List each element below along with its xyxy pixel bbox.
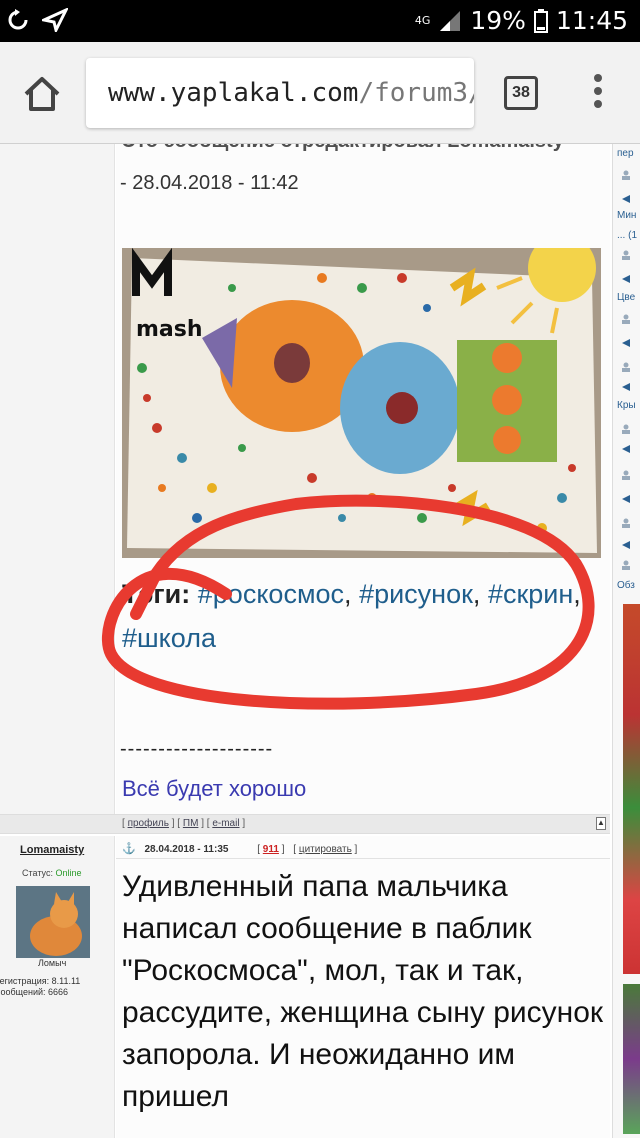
menu-dots-icon[interactable] (590, 74, 606, 114)
ad-banner[interactable] (623, 984, 640, 1134)
post2-body: ⚓ 28.04.2018 - 11:35 [ 911 ] [ цитироват… (116, 836, 610, 1138)
battery-icon (533, 8, 548, 33)
user-icon (622, 424, 630, 434)
arrow-icon (622, 445, 630, 453)
sidebar-item[interactable]: Обз (617, 580, 635, 591)
quote-label: цитировать (298, 844, 352, 855)
url-path: /forum3/t (358, 78, 474, 108)
post-rating[interactable]: [ 911 ] (257, 844, 284, 855)
quote-button[interactable]: [ цитировать ] (293, 844, 357, 855)
tag-separator: , (573, 579, 581, 609)
post1-footer: [ профиль ] [ ПМ ] [ e-mail ] ▲ (0, 814, 610, 834)
tags-label: Тэги: (122, 579, 191, 609)
bracket: ] [ (171, 818, 181, 829)
author-status: Статус: Online (22, 868, 81, 878)
post2-author-column: Lomamaisty Статус: Online Ломыч Регистра… (0, 836, 115, 1138)
edit-date: - 28.04.2018 - 11:42 (120, 172, 299, 194)
sidebar-item[interactable]: Кры (617, 400, 636, 411)
network-type: 4G (414, 14, 431, 27)
avatar-caption: Ломыч (38, 958, 67, 968)
sidebar-item[interactable]: ... (1 (617, 230, 637, 241)
user-icon (622, 314, 630, 324)
right-sidebar: пер Мин ... (1 Цве Кры Обз (612, 144, 640, 1138)
url-host: www.yaplakal.com (108, 78, 359, 108)
anchor-icon[interactable]: ⚓ (122, 843, 136, 855)
sidebar-item[interactable]: пер (617, 148, 634, 159)
address-bar[interactable]: www.yaplakal.com/forum3/t (86, 58, 474, 128)
tag-link[interactable]: #рисунок (359, 579, 473, 609)
tags-block: Тэги: #роскосмос, #рисунок, #скрин, #шко… (122, 572, 602, 660)
home-icon (24, 77, 60, 111)
arrow-icon (622, 339, 630, 347)
arrow-icon (622, 495, 630, 503)
sidebar-item[interactable]: Мин (617, 210, 636, 221)
bracket: ] [ (201, 818, 210, 829)
user-icon (622, 560, 630, 570)
battery-percent: 19% (470, 6, 526, 35)
ad-banner[interactable] (623, 604, 640, 974)
post1-author-column (0, 144, 115, 814)
tab-count: 38 (512, 84, 530, 101)
tag-link[interactable]: #роскосмос (198, 579, 344, 609)
profile-link[interactable]: профиль (128, 818, 169, 829)
arrow-icon (622, 383, 630, 391)
status-value: Online (55, 868, 82, 878)
post-date: 28.04.2018 - 11:35 (144, 844, 229, 855)
tabs-button[interactable]: 38 (504, 76, 538, 110)
author-registration: Регистрация: 8.11.11 (0, 976, 81, 986)
location-arrow-icon (42, 8, 68, 32)
rating-value[interactable]: 911 (263, 844, 279, 855)
home-button[interactable] (22, 74, 62, 114)
forum-page: Это сообщение отредактировал Lomamaisty … (0, 144, 640, 1138)
scroll-top-button[interactable]: ▲ (596, 817, 606, 830)
tag-link[interactable]: #школа (122, 623, 216, 653)
user-icon (622, 518, 630, 528)
sync-icon (8, 9, 28, 30)
signature-separator: -------------------- (120, 738, 274, 760)
tag-separator: , (344, 579, 352, 609)
post1-body: Это сообщение отредактировал Lomamaisty … (101, 144, 610, 814)
pm-link[interactable]: ПМ (183, 818, 199, 829)
author-username[interactable]: Lomamaisty (20, 844, 84, 856)
email-link[interactable]: e-mail (212, 818, 239, 829)
browser-toolbar: www.yaplakal.com/forum3/t 38 (0, 42, 640, 144)
tag-link[interactable]: #скрин (488, 579, 573, 609)
author-messages: Сообщений: 6666 (0, 987, 69, 997)
bracket: ] (242, 818, 246, 829)
status-label: Статус: (22, 868, 53, 878)
arrow-icon (622, 541, 630, 549)
post2-text: Удивленный папа мальчика написал сообщен… (122, 870, 604, 1113)
avatar[interactable] (16, 886, 90, 958)
signature-text: Всё будет хорошо (122, 776, 307, 801)
user-icon (622, 170, 630, 180)
user-icon (622, 250, 630, 260)
clock: 11:45 (555, 6, 628, 35)
child-drawing-image[interactable]: mash (122, 248, 601, 558)
user-icon (622, 362, 630, 372)
bracket: [ (122, 818, 125, 829)
mash-watermark: mash (136, 317, 203, 342)
status-bar: 4G 19% 11:45 (0, 0, 640, 42)
user-icon (622, 470, 630, 480)
arrow-icon (622, 275, 630, 283)
edited-note: Это сообщение отредактировал Lomamaisty (122, 144, 564, 153)
sidebar-item[interactable]: Цве (617, 292, 635, 303)
signal-icon (440, 10, 461, 31)
arrow-icon (622, 195, 630, 203)
tag-separator: , (472, 579, 481, 609)
